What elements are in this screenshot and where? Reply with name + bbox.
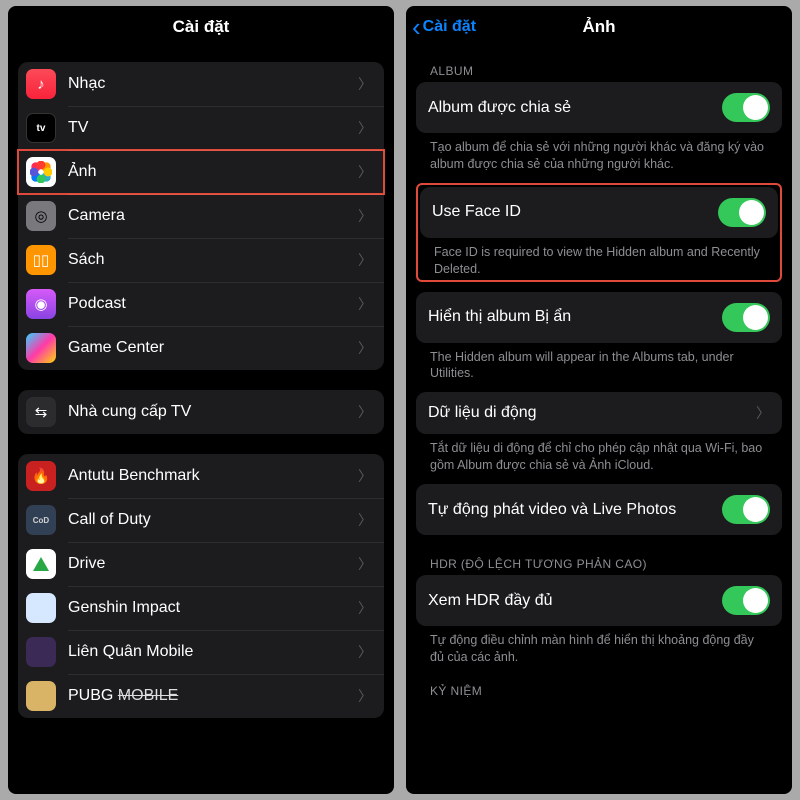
back-button[interactable]: ‹ Cài đặt	[412, 6, 476, 48]
drive-icon	[26, 549, 56, 579]
chevron-right-icon: 〉	[358, 642, 372, 662]
music-icon: ♪	[26, 69, 56, 99]
autoplay-label: Tự động phát video và Live Photos	[428, 501, 722, 519]
settings-row-antutu[interactable]: 🔥 Antutu Benchmark〉	[18, 454, 384, 498]
cellular-data-cell[interactable]: Dữ liệu di động 〉	[416, 392, 782, 434]
settings-row-label: Genshin Impact	[68, 599, 358, 617]
gc-icon	[26, 333, 56, 363]
hdr-desc: Tự động điều chỉnh màn hình để hiển thị …	[416, 626, 782, 666]
hdr-cell[interactable]: Xem HDR đầy đủ	[416, 575, 782, 626]
settings-row-pubg[interactable]: PUBG MOBILE〉	[18, 674, 384, 718]
settings-list: ♪Nhạc〉tvTV〉Ảnh〉◎Camera〉▯▯Sách〉◉Podcast〉G…	[8, 48, 394, 794]
hidden-album-cell[interactable]: Hiển thị album Bị ẩn	[416, 292, 782, 343]
antutu-icon: 🔥	[26, 461, 56, 491]
settings-row-label: Nhạc	[68, 75, 358, 93]
settings-group-apps: 🔥Antutu Benchmark〉CoDCall of Duty〉Drive〉…	[18, 454, 384, 718]
chevron-right-icon: 〉	[358, 510, 372, 530]
books-icon: ▯▯	[26, 245, 56, 275]
settings-row-camera[interactable]: ◎ Camera〉	[18, 194, 384, 238]
settings-row-label: Camera	[68, 207, 358, 225]
faceid-label: Use Face ID	[432, 203, 718, 221]
tv-icon: tv	[26, 113, 56, 143]
settings-row-label: Sách	[68, 251, 358, 269]
settings-row-genshin[interactable]: Genshin Impact〉	[18, 586, 384, 630]
faceid-cell[interactable]: Use Face ID	[420, 187, 778, 238]
chevron-right-icon: 〉	[358, 554, 372, 574]
camera-icon: ◎	[26, 201, 56, 231]
hidden-album-toggle[interactable]	[722, 303, 770, 332]
settings-row-label: Antutu Benchmark	[68, 467, 358, 485]
settings-row-lq[interactable]: Liên Quân Mobile〉	[18, 630, 384, 674]
autoplay-toggle[interactable]	[722, 495, 770, 524]
settings-row-label: PUBG MOBILE	[68, 687, 358, 705]
cellular-data-desc: Tắt dữ liệu di động để chỉ cho phép cập …	[416, 434, 782, 474]
autoplay-cell[interactable]: Tự động phát video và Live Photos	[416, 484, 782, 535]
hidden-album-label: Hiển thị album Bị ẩn	[428, 308, 722, 326]
hidden-album-desc: The Hidden album will appear in the Albu…	[416, 343, 782, 383]
settings-row-drive[interactable]: Drive〉	[18, 542, 384, 586]
faceid-highlight: Use Face ID Face ID is required to view …	[416, 183, 782, 282]
chevron-right-icon: 〉	[358, 338, 372, 358]
chevron-right-icon: 〉	[358, 206, 372, 226]
pubg-icon	[26, 681, 56, 711]
section-header-hdr: HDR (ĐỘ LỆCH TƯƠNG PHẢN CAO)	[430, 557, 774, 571]
left-phone-settings: Cài đặt ♪Nhạc〉tvTV〉Ảnh〉◎Camera〉▯▯Sách〉◉P…	[8, 6, 394, 794]
settings-row-label: Call of Duty	[68, 511, 358, 529]
photos-settings-content: ALBUM Album được chia sẻ Tạo album để ch…	[406, 48, 792, 794]
chevron-right-icon: 〉	[358, 598, 372, 618]
settings-row-label: Nhà cung cấp TV	[68, 403, 358, 421]
shared-albums-label: Album được chia sẻ	[428, 99, 722, 117]
back-label: Cài đặt	[423, 18, 476, 36]
section-header-memories: KỶ NIỆM	[430, 684, 774, 698]
chevron-right-icon: 〉	[756, 403, 770, 423]
chevron-right-icon: 〉	[358, 294, 372, 314]
shared-albums-cell[interactable]: Album được chia sẻ	[416, 82, 782, 133]
settings-row-label: Liên Quân Mobile	[68, 643, 358, 661]
right-phone-photos-settings: ‹ Cài đặt Ảnh ALBUM Album được chia sẻ T…	[406, 6, 792, 794]
chevron-right-icon: 〉	[358, 466, 372, 486]
settings-row-label: Ảnh	[68, 163, 358, 181]
chevron-right-icon: 〉	[358, 402, 372, 422]
hdr-toggle[interactable]	[722, 586, 770, 615]
shared-albums-desc: Tạo album để chia sẻ với những người khá…	[416, 133, 782, 173]
settings-row-tv[interactable]: tv TV〉	[18, 106, 384, 150]
settings-row-cod[interactable]: CoD Call of Duty〉	[18, 498, 384, 542]
page-title: Ảnh	[582, 17, 615, 37]
cellular-data-label: Dữ liệu di động	[428, 404, 756, 422]
section-header-album: ALBUM	[430, 64, 774, 78]
settings-row-gc[interactable]: Game Center〉	[18, 326, 384, 370]
chevron-right-icon: 〉	[358, 74, 372, 94]
tvprovider-icon: ⇆	[26, 397, 56, 427]
settings-row-label: Podcast	[68, 295, 358, 313]
genshin-icon	[26, 593, 56, 623]
chevron-right-icon: 〉	[358, 686, 372, 706]
settings-group-media: ♪Nhạc〉tvTV〉Ảnh〉◎Camera〉▯▯Sách〉◉Podcast〉G…	[18, 62, 384, 370]
hdr-label: Xem HDR đầy đủ	[428, 592, 722, 610]
faceid-toggle[interactable]	[718, 198, 766, 227]
photos-icon	[26, 157, 56, 187]
settings-row-label: TV	[68, 119, 358, 137]
settings-row-tvprovider[interactable]: ⇆ Nhà cung cấp TV〉	[18, 390, 384, 434]
chevron-right-icon: 〉	[358, 162, 372, 182]
podcast-icon: ◉	[26, 289, 56, 319]
navbar-left: Cài đặt	[8, 6, 394, 48]
chevron-right-icon: 〉	[358, 250, 372, 270]
settings-row-music[interactable]: ♪ Nhạc〉	[18, 62, 384, 106]
chevron-left-icon: ‹	[412, 12, 421, 43]
chevron-right-icon: 〉	[358, 118, 372, 138]
settings-row-photos[interactable]: Ảnh〉	[18, 150, 384, 194]
cod-icon: CoD	[26, 505, 56, 535]
settings-row-label: Game Center	[68, 339, 358, 357]
faceid-desc: Face ID is required to view the Hidden a…	[420, 238, 778, 278]
lq-icon	[26, 637, 56, 667]
settings-group-tvprovider: ⇆ Nhà cung cấp TV〉	[18, 390, 384, 434]
navbar-right: ‹ Cài đặt Ảnh	[406, 6, 792, 48]
settings-row-books[interactable]: ▯▯ Sách〉	[18, 238, 384, 282]
page-title: Cài đặt	[173, 17, 230, 37]
settings-row-label: Drive	[68, 555, 358, 573]
shared-albums-toggle[interactable]	[722, 93, 770, 122]
settings-row-podcast[interactable]: ◉ Podcast〉	[18, 282, 384, 326]
